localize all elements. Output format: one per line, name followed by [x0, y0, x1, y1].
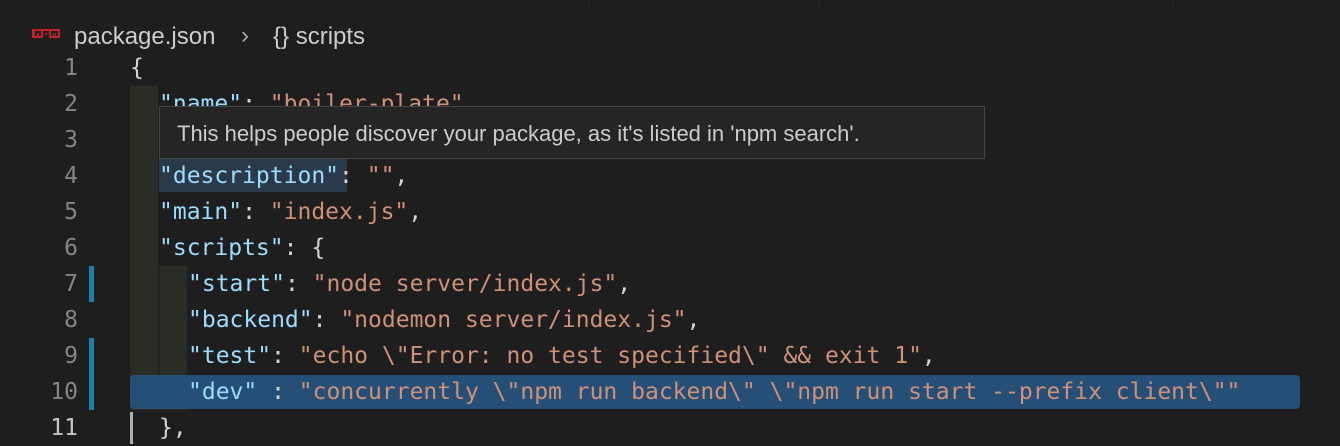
line-number: 5 — [64, 199, 78, 225]
hover-tooltip: This helps people discover your package,… — [159, 106, 985, 159]
code-line: 1 — [0, 50, 1340, 86]
line-number: 6 — [64, 235, 78, 261]
breadcrumb-file[interactable]: package.json — [74, 23, 215, 51]
line-number: 2 — [64, 91, 78, 117]
line-number: 10 — [50, 379, 78, 405]
text-cursor — [130, 412, 133, 444]
code-text: "scripts": { — [159, 235, 326, 261]
npm-icon — [32, 28, 60, 42]
line-number: 8 — [64, 307, 78, 333]
tab-divider — [1172, 0, 1173, 6]
line-number: 1 — [64, 55, 78, 81]
code-line: 11 — [0, 410, 1340, 446]
code-text: "dev" : "concurrently \"npm run backend\… — [188, 379, 1241, 405]
breadcrumb-separator: › — [241, 22, 249, 49]
code-text: "test": "echo \"Error: no test specified… — [188, 343, 936, 369]
tab-divider — [818, 0, 819, 6]
line-number: 4 — [64, 163, 78, 189]
line-number: 9 — [64, 343, 78, 369]
breadcrumb: package.json › {} scripts — [0, 8, 1340, 50]
breadcrumb-symbol[interactable]: {} scripts — [273, 23, 365, 51]
code-text: }, — [159, 415, 187, 441]
editor-tab-strip — [0, 0, 1340, 8]
code-text: "start": "node server/index.js", — [188, 271, 632, 297]
tab-divider — [588, 0, 589, 6]
line-number: 11 — [50, 415, 78, 441]
line-number: 7 — [64, 271, 78, 297]
code-text: "backend": "nodemon server/index.js", — [188, 307, 701, 333]
line-number: 3 — [64, 127, 78, 153]
code-text: "description": "", — [159, 163, 409, 189]
code-text: { — [130, 55, 144, 81]
code-text: "main": "index.js", — [159, 199, 423, 225]
code-text: "name": "boiler-plate" — [159, 91, 464, 108]
